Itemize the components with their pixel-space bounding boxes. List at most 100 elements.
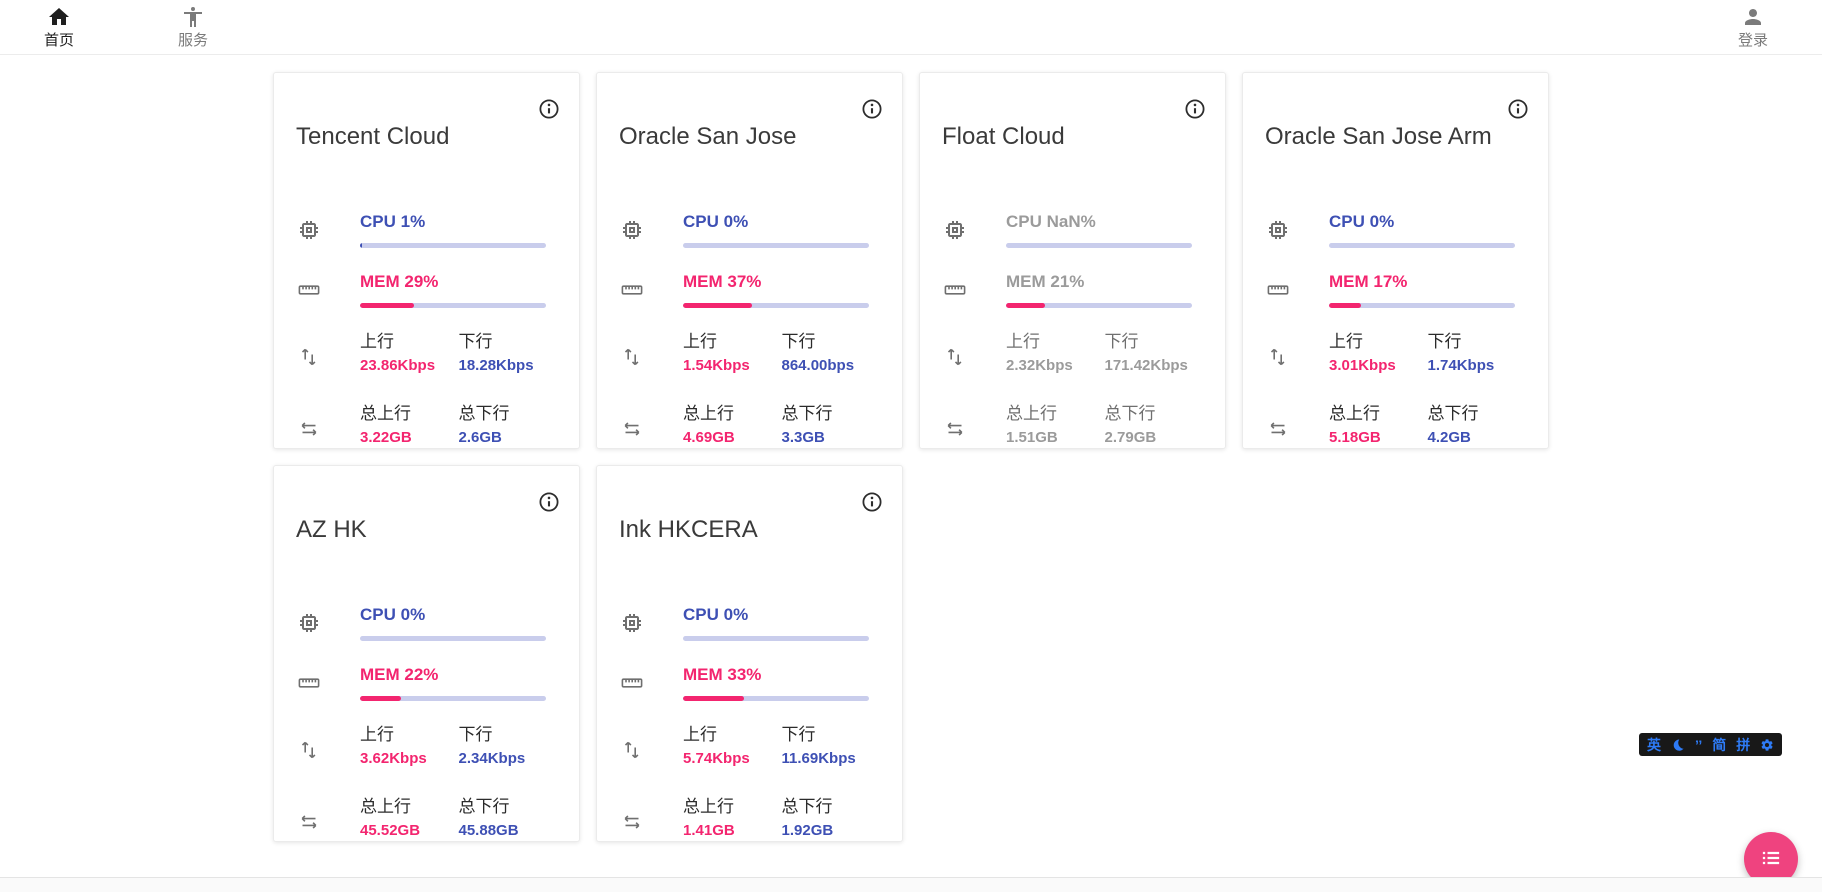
mem-usage-label: MEM 22% — [360, 666, 557, 683]
mem-usage-label: MEM 17% — [1329, 273, 1526, 290]
total-down-label: 总下行 — [1428, 405, 1527, 422]
nav-item-services[interactable]: 服务 — [170, 5, 216, 50]
speed-row: 上行 5.74Kbps 下行 11.69Kbps — [619, 726, 880, 766]
mem-progress-fill — [683, 303, 752, 308]
up-speed-value: 5.74Kbps — [683, 751, 782, 766]
cpu-progress-track — [360, 636, 546, 641]
ime-simplified-mode[interactable]: 简 — [1712, 738, 1726, 752]
total-up-value: 1.51GB — [1006, 430, 1105, 445]
speed-row: 上行 2.32Kbps 下行 171.42Kbps — [942, 333, 1203, 373]
cpu-chip-icon — [619, 611, 645, 635]
mem-progress-track — [683, 303, 869, 308]
cpu-usage-label: CPU 1% — [360, 213, 557, 230]
ime-settings[interactable] — [1760, 738, 1774, 752]
ime-english-mode[interactable]: 英 — [1647, 738, 1661, 752]
info-icon[interactable] — [860, 97, 884, 121]
mem-progress-fill — [683, 696, 744, 701]
mem-usage-label: MEM 29% — [360, 273, 557, 290]
mem-row: MEM 37% — [619, 273, 880, 308]
updown-arrows-icon — [942, 345, 968, 369]
memory-ruler-icon — [942, 278, 968, 302]
up-speed-label: 上行 — [683, 726, 782, 743]
mem-usage-label: MEM 33% — [683, 666, 880, 683]
mem-row: MEM 22% — [296, 666, 557, 701]
info-icon[interactable] — [537, 490, 561, 514]
down-speed-value: 1.74Kbps — [1428, 358, 1527, 373]
down-speed-label: 下行 — [459, 726, 558, 743]
total-down-label: 总下行 — [782, 405, 881, 422]
mem-row: MEM 17% — [1265, 273, 1526, 308]
up-speed-value: 3.01Kbps — [1329, 358, 1428, 373]
server-name: Float Cloud — [942, 123, 1203, 151]
server-name: AZ HK — [296, 516, 557, 544]
down-speed-label: 下行 — [1428, 333, 1527, 350]
ime-moon-toggle[interactable] — [1671, 738, 1685, 752]
info-icon[interactable] — [1506, 97, 1530, 121]
mem-progress-track — [1006, 303, 1192, 308]
ime-pinyin-mode[interactable]: 拼 — [1736, 738, 1750, 752]
server-stats: CPU 0% MEM 33% — [619, 606, 880, 838]
speed-row: 上行 3.62Kbps 下行 2.34Kbps — [296, 726, 557, 766]
speed-row: 上行 3.01Kbps 下行 1.74Kbps — [1265, 333, 1526, 373]
server-name: Oracle San Jose — [619, 123, 880, 151]
cpu-progress-fill — [360, 243, 362, 248]
memory-ruler-icon — [1265, 278, 1291, 302]
memory-ruler-icon — [619, 278, 645, 302]
updown-arrows-icon — [619, 738, 645, 762]
cpu-progress-track — [1006, 243, 1192, 248]
top-nav: 首页 服务 登录 — [0, 0, 1822, 55]
total-down-label: 总下行 — [1105, 405, 1204, 422]
total-up-value: 45.52GB — [360, 823, 459, 838]
ime-punctuation-mode[interactable]: ’’ — [1695, 738, 1702, 752]
speed-row: 上行 23.86Kbps 下行 18.28Kbps — [296, 333, 557, 373]
down-speed-value: 2.34Kbps — [459, 751, 558, 766]
total-row: 总上行 4.69GB 总下行 3.3GB — [619, 405, 880, 445]
mem-row: MEM 29% — [296, 273, 557, 308]
cpu-chip-icon — [296, 218, 322, 242]
mem-progress-track — [683, 696, 869, 701]
down-speed-label: 下行 — [1105, 333, 1204, 350]
cpu-row: CPU 0% — [1265, 213, 1526, 248]
total-down-value: 3.3GB — [782, 430, 881, 445]
total-up-label: 总上行 — [1329, 405, 1428, 422]
total-up-label: 总上行 — [360, 798, 459, 815]
nav-item-home[interactable]: 首页 — [36, 5, 82, 50]
ime-toolbar: 英 ’’ 简拼 — [1639, 733, 1782, 756]
server-name: Oracle San Jose Arm — [1265, 123, 1526, 151]
mem-usage-label: MEM 37% — [683, 273, 880, 290]
total-down-label: 总下行 — [782, 798, 881, 815]
updown-arrows-icon — [296, 345, 322, 369]
cpu-usage-label: CPU NaN% — [1006, 213, 1203, 230]
cpu-row: CPU 0% — [619, 606, 880, 641]
mem-progress-track — [1329, 303, 1515, 308]
nav-login-label: 登录 — [1738, 32, 1768, 50]
accessibility-person-icon — [181, 5, 205, 30]
list-icon — [1758, 845, 1784, 874]
memory-ruler-icon — [619, 671, 645, 695]
mem-usage-label: MEM 21% — [1006, 273, 1203, 290]
total-up-value: 4.69GB — [683, 430, 782, 445]
total-down-label: 总下行 — [459, 405, 558, 422]
cpu-progress-track — [1329, 243, 1515, 248]
down-speed-label: 下行 — [782, 333, 881, 350]
total-row: 总上行 1.41GB 总下行 1.92GB — [619, 798, 880, 838]
swap-arrows-icon — [619, 417, 645, 441]
info-icon[interactable] — [860, 490, 884, 514]
updown-arrows-icon — [1265, 345, 1291, 369]
cpu-chip-icon — [1265, 218, 1291, 242]
server-stats: CPU 1% MEM 29% — [296, 213, 557, 445]
total-up-label: 总上行 — [360, 405, 459, 422]
total-row: 总上行 3.22GB 总下行 2.6GB — [296, 405, 557, 445]
nav-item-login[interactable]: 登录 — [1730, 5, 1776, 50]
up-speed-label: 上行 — [360, 333, 459, 350]
cpu-row: CPU 1% — [296, 213, 557, 248]
info-icon[interactable] — [1183, 97, 1207, 121]
server-stats: CPU NaN% MEM 21% — [942, 213, 1203, 445]
info-icon[interactable] — [537, 97, 561, 121]
moon-icon — [1671, 738, 1685, 752]
cpu-progress-track — [683, 636, 869, 641]
server-stats: CPU 0% MEM 37% — [619, 213, 880, 445]
server-card: Float Cloud CPU NaN% — [919, 72, 1226, 449]
updown-arrows-icon — [619, 345, 645, 369]
total-up-value: 3.22GB — [360, 430, 459, 445]
